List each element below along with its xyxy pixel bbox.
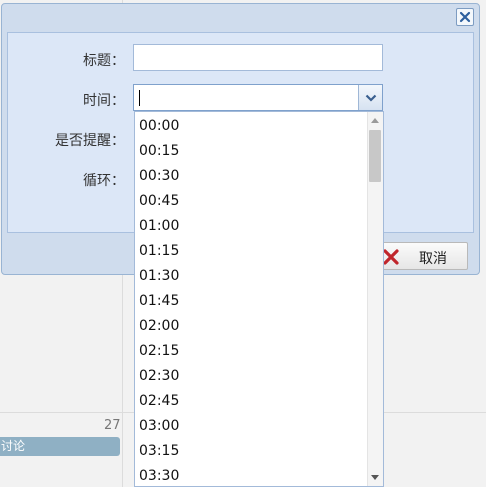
time-dropdown-button[interactable] [358,85,382,110]
time-option[interactable]: 03:15 [139,439,179,464]
time-option[interactable]: 02:00 [139,314,179,339]
time-option[interactable]: 00:00 [139,114,179,139]
time-option[interactable]: 03:30 [139,464,179,486]
scroll-up-arrow-icon[interactable] [371,118,379,123]
repeat-label: 循环： [83,173,125,189]
title-label: 标题： [83,53,125,69]
time-option[interactable]: 01:00 [139,214,179,239]
time-option[interactable]: 00:45 [139,189,179,214]
time-label: 时间： [83,93,125,109]
calendar-day-number: 27 [104,418,121,433]
time-option[interactable]: 02:45 [139,389,179,414]
cancel-button-label: 取消 [419,251,447,267]
close-button[interactable] [456,8,474,26]
time-option[interactable]: 01:15 [139,239,179,264]
scrollbar-thumb[interactable] [369,130,381,182]
scroll-down-arrow-icon[interactable] [371,475,379,480]
time-option[interactable]: 01:45 [139,289,179,314]
time-option[interactable]: 00:30 [139,164,179,189]
chevron-down-icon [365,94,376,102]
title-input[interactable] [133,44,383,71]
close-icon [459,11,471,23]
time-option[interactable]: 03:00 [139,414,179,439]
red-x-icon [383,249,399,265]
time-option[interactable]: 01:30 [139,264,179,289]
time-combobox[interactable] [133,84,383,111]
time-option[interactable]: 02:30 [139,364,179,389]
reminder-label: 是否提醒： [55,133,125,149]
time-option[interactable]: 02:15 [139,339,179,364]
dropdown-scrollbar[interactable] [367,112,383,486]
calendar-event[interactable]: 讨论 [0,437,120,456]
text-caret [139,90,140,106]
time-option[interactable]: 00:15 [139,139,179,164]
cancel-button[interactable]: 取消 [380,242,468,270]
time-dropdown-list[interactable]: 00:00 00:15 00:30 00:45 01:00 01:15 01:3… [134,111,384,487]
